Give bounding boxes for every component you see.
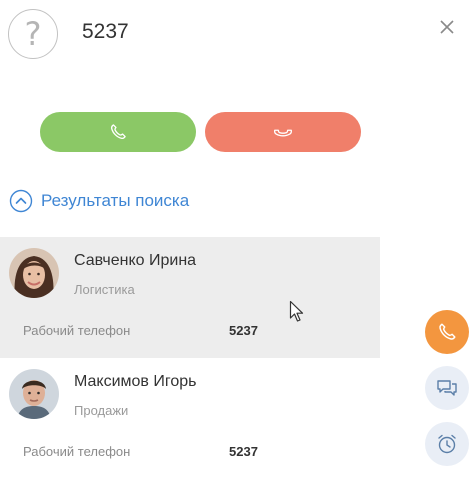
- phone-value[interactable]: 5237: [229, 323, 258, 338]
- unknown-caller-avatar: ?: [8, 9, 58, 59]
- search-results-toggle[interactable]: Результаты поиска: [9, 189, 189, 213]
- contact-name[interactable]: Максимов Игорь: [74, 373, 196, 391]
- alarm-clock-icon: [438, 434, 456, 454]
- mouse-cursor-icon: [289, 300, 304, 322]
- phone-type-label: Рабочий телефон: [23, 444, 131, 459]
- contact-department: Логистика: [74, 282, 135, 297]
- side-chat-button[interactable]: [425, 366, 469, 410]
- chat-icon: [437, 380, 457, 396]
- caller-number: 5237: [82, 20, 129, 43]
- contact-avatar: [9, 248, 59, 298]
- chevron-up-icon: [9, 189, 33, 213]
- phone-icon: [439, 323, 456, 340]
- side-reminder-button[interactable]: [425, 422, 469, 466]
- phone-hangup-icon: [273, 129, 293, 137]
- contact-name[interactable]: Савченко Ирина: [74, 252, 196, 270]
- contact-department: Продажи: [74, 403, 129, 418]
- question-mark-icon: ?: [24, 15, 42, 53]
- answer-call-button[interactable]: [40, 112, 196, 152]
- contact-list-item[interactable]: Савченко Ирина Логистика Рабочий телефон…: [0, 237, 380, 358]
- phone-type-label: Рабочий телефон: [23, 323, 131, 338]
- phone-value[interactable]: 5237: [229, 444, 258, 459]
- search-results-label: Результаты поиска: [41, 191, 190, 210]
- close-button[interactable]: [436, 16, 458, 38]
- reject-call-button[interactable]: [205, 112, 361, 152]
- contact-list-item[interactable]: Максимов Игорь Продажи Рабочий телефон 5…: [0, 358, 380, 479]
- contact-avatar: [9, 369, 59, 419]
- phone-icon: [110, 124, 126, 140]
- close-icon: [440, 20, 454, 34]
- side-phone-button[interactable]: [425, 310, 469, 354]
